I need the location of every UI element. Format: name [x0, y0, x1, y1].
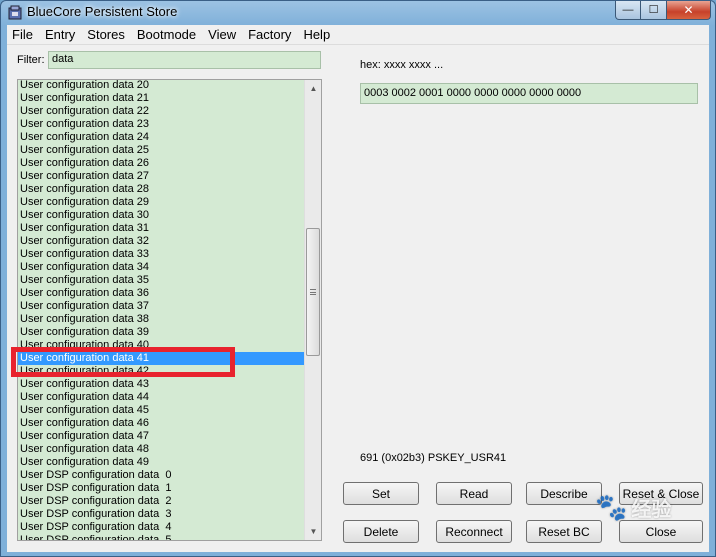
set-button[interactable]: Set	[343, 482, 419, 505]
menu-view[interactable]: View	[202, 25, 242, 45]
menu-factory[interactable]: Factory	[242, 25, 297, 45]
list-item[interactable]: User configuration data 32	[18, 235, 305, 248]
list-item[interactable]: User DSP configuration data 0	[18, 469, 305, 482]
list-item[interactable]: User DSP configuration data 2	[18, 495, 305, 508]
grip-icon	[310, 289, 316, 295]
hex-value-input[interactable]: 0003 0002 0001 0000 0000 0000 0000 0000	[360, 83, 698, 104]
list-item[interactable]: User configuration data 21	[18, 92, 305, 105]
list-item[interactable]: User configuration data 36	[18, 287, 305, 300]
minimize-button[interactable]: —	[615, 1, 641, 20]
window-title: BlueCore Persistent Store	[27, 4, 178, 19]
list-item[interactable]: User configuration data 44	[18, 391, 305, 404]
list-item[interactable]: User configuration data 25	[18, 144, 305, 157]
describe-button[interactable]: Describe	[526, 482, 602, 505]
scroll-thumb[interactable]	[306, 228, 320, 356]
read-button[interactable]: Read	[436, 482, 512, 505]
app-icon	[8, 5, 22, 20]
title-bar[interactable]: BlueCore Persistent Store — ☐ ✕	[1, 1, 715, 25]
list-item[interactable]: User configuration data 35	[18, 274, 305, 287]
paw-icon: 🐾	[595, 491, 628, 522]
delete-button[interactable]: Delete	[343, 520, 419, 543]
list-item[interactable]: User configuration data 45	[18, 404, 305, 417]
client-area: File Entry Stores Bootmode View Factory …	[7, 25, 709, 552]
hex-format-label: hex: xxxx xxxx ...	[360, 59, 444, 71]
maximize-icon: ☐	[648, 3, 659, 16]
list-item[interactable]: User configuration data 20	[18, 80, 305, 92]
close-window-button[interactable]: ✕	[667, 1, 711, 20]
list-item[interactable]: User configuration data 22	[18, 105, 305, 118]
scroll-up-arrow-icon[interactable]: ▲	[305, 80, 321, 97]
maximize-button[interactable]: ☐	[641, 1, 667, 20]
list-item[interactable]: User DSP configuration data 3	[18, 508, 305, 521]
scroll-down-arrow-icon[interactable]: ▼	[305, 523, 321, 540]
close-icon: ✕	[683, 3, 694, 17]
list-item[interactable]: User configuration data 49	[18, 456, 305, 469]
list-item[interactable]: User DSP configuration data 1	[18, 482, 305, 495]
watermark: 🐾 经验	[595, 479, 707, 535]
list-item[interactable]: User configuration data 39	[18, 326, 305, 339]
caption-buttons: — ☐ ✕	[615, 1, 711, 20]
filter-label: Filter:	[17, 54, 45, 66]
list-item[interactable]: User DSP configuration data 5	[18, 534, 305, 540]
menu-bootmode[interactable]: Bootmode	[131, 25, 202, 45]
list-item[interactable]: User configuration data 28	[18, 183, 305, 196]
reset-bc-button[interactable]: Reset BC	[526, 520, 602, 543]
menu-stores[interactable]: Stores	[81, 25, 131, 45]
pskey-info-label: 691 (0x02b3) PSKEY_USR41	[360, 452, 507, 464]
list-item[interactable]: User configuration data 24	[18, 131, 305, 144]
list-item[interactable]: User configuration data 23	[18, 118, 305, 131]
list-item[interactable]: User configuration data 38	[18, 313, 305, 326]
list-item[interactable]: User configuration data 30	[18, 209, 305, 222]
pskey-list-items: User configuration data 20 User configura…	[18, 80, 305, 540]
menu-bar: File Entry Stores Bootmode View Factory …	[7, 25, 709, 45]
watermark-text: 经验	[631, 498, 672, 521]
list-item[interactable]: User configuration data 26	[18, 157, 305, 170]
pskey-list[interactable]: User configuration data 20 User configura…	[17, 79, 322, 541]
filter-input[interactable]: data	[48, 51, 321, 69]
list-item[interactable]: User configuration data 43	[18, 378, 305, 391]
list-item[interactable]: User configuration data 33	[18, 248, 305, 261]
list-item[interactable]: User configuration data 29	[18, 196, 305, 209]
annotation-highlight-box	[11, 347, 235, 377]
minimize-icon: —	[622, 3, 634, 16]
list-item[interactable]: User DSP configuration data 4	[18, 521, 305, 534]
menu-help[interactable]: Help	[297, 25, 336, 45]
list-item[interactable]: User configuration data 31	[18, 222, 305, 235]
list-item[interactable]: User configuration data 34	[18, 261, 305, 274]
list-scrollbar[interactable]: ▲ ▼	[304, 80, 321, 540]
list-item[interactable]: User configuration data 27	[18, 170, 305, 183]
menu-file[interactable]: File	[7, 25, 39, 45]
app-window: BlueCore Persistent Store — ☐ ✕ File Ent…	[0, 0, 716, 557]
list-item[interactable]: User configuration data 48	[18, 443, 305, 456]
list-item[interactable]: User configuration data 37	[18, 300, 305, 313]
list-item[interactable]: User configuration data 47	[18, 430, 305, 443]
list-item[interactable]: User configuration data 46	[18, 417, 305, 430]
reconnect-button[interactable]: Reconnect	[436, 520, 512, 543]
menu-entry[interactable]: Entry	[39, 25, 81, 45]
